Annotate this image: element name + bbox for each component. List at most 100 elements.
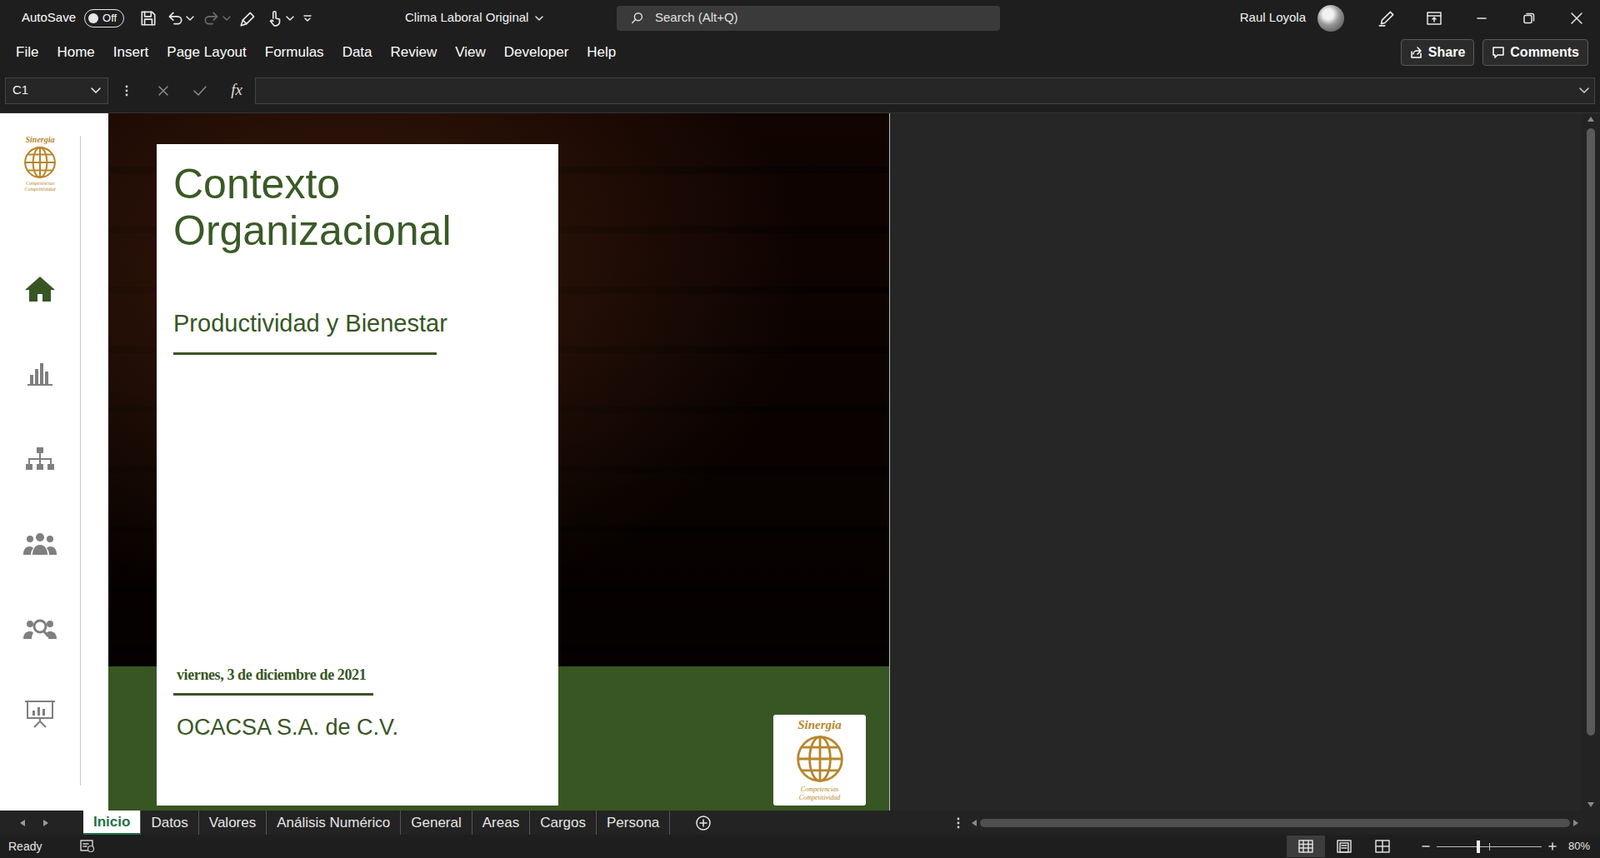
cover-subtitle: Productividad y Bienestar [173, 305, 542, 343]
comment-icon [1491, 45, 1505, 60]
logo-name: Sinergia [25, 135, 55, 145]
logo-name: Sinergia [797, 719, 842, 732]
dropdown-icon [90, 87, 101, 95]
dashboard-canvas: SinergiaCompetenciasCompetitividadContex… [108, 113, 890, 811]
globe-icon [794, 733, 846, 785]
share-button[interactable]: Share [1400, 39, 1475, 66]
sinergia-logo: SinergiaCompetenciasCompetitividad [794, 719, 846, 802]
cover-panel: Contexto Organizacional Productividad y B… [156, 144, 559, 806]
redo-button[interactable] [202, 9, 231, 28]
save-button[interactable] [139, 9, 158, 28]
scroll-left-icon[interactable] [971, 820, 977, 827]
previous-sheet-icon[interactable] [20, 820, 25, 827]
menu-item[interactable]: Insert [104, 36, 159, 69]
expand-icon[interactable] [1579, 87, 1590, 95]
scroll-right-icon[interactable] [1573, 820, 1579, 827]
menu-item[interactable]: Home [47, 36, 104, 69]
user-avatar[interactable] [1317, 5, 1345, 32]
view-button[interactable] [1363, 835, 1402, 858]
menu-item[interactable]: File [6, 36, 48, 69]
sheet-tab-bar: InicioDatos Valores Análisis Numérico Gener… [0, 810, 1600, 835]
formula-bar: C1 fx [0, 68, 1600, 114]
menu-item[interactable]: Help [577, 36, 625, 69]
scroll-down-icon[interactable] [1587, 802, 1595, 808]
user-name[interactable]: Raul Loyola [1240, 8, 1306, 28]
ribbon-display-icon[interactable] [1410, 0, 1458, 36]
comments-label: Comments [1510, 42, 1580, 63]
sidebar-item[interactable] [20, 526, 60, 562]
sheet-tab-label: General [410, 812, 461, 835]
zoom-level[interactable]: 80% [1568, 838, 1590, 855]
sheet-tab[interactable]: Inicio [83, 810, 141, 835]
sheet-tab[interactable]: Areas [472, 810, 530, 835]
close-icon[interactable] [1552, 0, 1600, 36]
sheet-tab-label: Valores [209, 812, 256, 835]
enter-icon[interactable] [181, 84, 219, 98]
menu-item[interactable]: Data [333, 36, 382, 69]
sheet-tab[interactable]: Valores [199, 810, 267, 835]
ribbon-actions: Share Comments [1400, 39, 1600, 66]
menu-item[interactable]: Developer [495, 36, 579, 69]
sidebar-item[interactable] [20, 696, 60, 732]
scroll-up-icon[interactable] [1587, 116, 1595, 122]
dashboard-sidebar: SinergiaCompetenciasCompetitividad [0, 113, 109, 811]
more-icon[interactable] [108, 84, 145, 98]
scroll-thumb[interactable] [1586, 128, 1595, 736]
search-input[interactable] [653, 7, 987, 29]
logo-line: Competencias [800, 786, 839, 794]
sheet-tab[interactable]: General [400, 810, 472, 835]
view-button[interactable] [1325, 835, 1364, 858]
name-box[interactable]: C1 [5, 77, 109, 105]
formula-input[interactable] [255, 77, 1595, 105]
autosave-label: AutoSave [21, 8, 76, 28]
cover-title: Contexto Organizacional [173, 160, 540, 255]
pen-icon[interactable] [1362, 0, 1410, 36]
document-title[interactable]: Clima Laboral Original [391, 8, 617, 28]
page-break-icon [1375, 840, 1390, 854]
scroll-thumb[interactable] [980, 819, 1570, 828]
menu-item[interactable]: Page Layout [157, 36, 255, 69]
zoom-in-icon[interactable] [1545, 842, 1560, 851]
zoom-out-icon[interactable] [1418, 842, 1434, 851]
vertical-scrollbar[interactable] [1581, 113, 1600, 811]
comments-button[interactable]: Comments [1482, 39, 1589, 66]
next-sheet-icon[interactable] [43, 820, 49, 827]
search-box[interactable] [616, 5, 1000, 31]
touch-mode-button[interactable] [265, 9, 295, 28]
sidebar-item[interactable] [20, 611, 60, 647]
sheet-tab[interactable]: Datos [140, 810, 199, 835]
minimize-icon[interactable] [1457, 0, 1505, 36]
customize-toolbar-button[interactable] [302, 13, 313, 24]
save-icon [139, 9, 158, 28]
sidebar-item[interactable] [20, 356, 60, 392]
insert-function-button[interactable]: fx [218, 78, 255, 103]
sheet-tab-label: Persona [606, 812, 660, 835]
sidebar-item[interactable] [20, 441, 60, 477]
more-options-icon[interactable] [950, 810, 967, 835]
menu-item[interactable]: Review [381, 36, 447, 69]
status-bar: Ready80% [0, 835, 1600, 858]
restore-icon[interactable] [1505, 0, 1553, 36]
accessibility-icon[interactable] [80, 840, 95, 854]
add-sheet-icon[interactable] [695, 810, 712, 835]
autosave-toggle[interactable]: Off [84, 9, 125, 28]
redo-icon [202, 9, 221, 28]
dropdown-caret-icon [185, 15, 195, 22]
undo-button[interactable] [165, 9, 195, 28]
sheet-tab[interactable]: Análisis Numérico [266, 810, 401, 835]
sheet-tab[interactable]: Cargos [530, 810, 597, 835]
view-button[interactable] [1286, 835, 1325, 858]
zoom-thumb[interactable] [1476, 840, 1480, 854]
cancel-icon[interactable] [145, 84, 182, 98]
sidebar-item[interactable] [20, 271, 60, 307]
worksheet: SinergiaCompetenciasCompetitividadSinerg… [0, 113, 1600, 811]
autosave-state: Off [102, 12, 117, 24]
horizontal-scrollbar[interactable] [971, 810, 1579, 835]
zoom-slider[interactable] [1436, 846, 1542, 848]
menu-item[interactable]: View [445, 36, 495, 69]
menu-item[interactable]: Formulas [255, 36, 334, 69]
format-painter-button[interactable] [239, 9, 258, 28]
share-icon [1410, 45, 1424, 60]
sidebar-panel: SinergiaCompetenciasCompetitividad [0, 135, 81, 786]
sheet-tab[interactable]: Persona [596, 810, 670, 835]
